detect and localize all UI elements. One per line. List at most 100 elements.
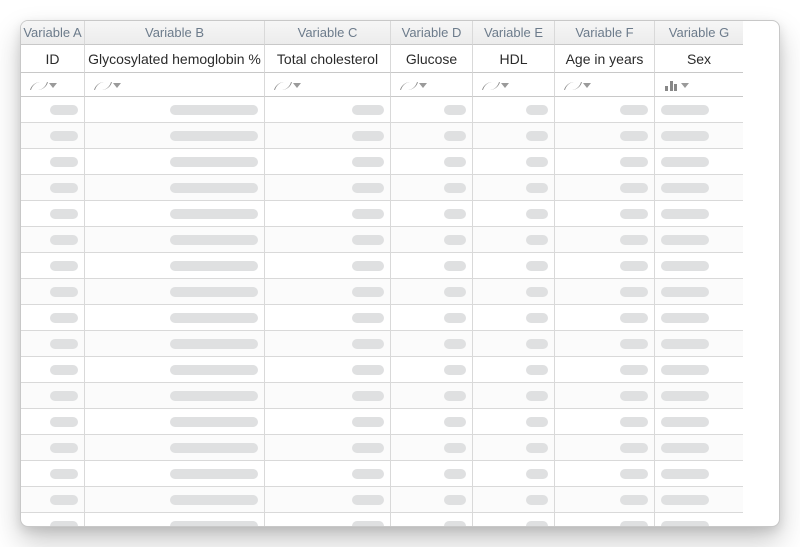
table-cell[interactable] bbox=[473, 201, 555, 227]
table-cell[interactable] bbox=[265, 123, 391, 149]
table-cell[interactable] bbox=[21, 487, 85, 513]
column-name-header[interactable]: Age in years bbox=[555, 45, 655, 73]
table-cell[interactable] bbox=[655, 123, 743, 149]
column-name-header[interactable]: Glucose bbox=[391, 45, 473, 73]
table-cell[interactable] bbox=[85, 201, 265, 227]
table-cell[interactable] bbox=[655, 305, 743, 331]
table-cell[interactable] bbox=[265, 175, 391, 201]
table-cell[interactable] bbox=[473, 487, 555, 513]
table-cell[interactable] bbox=[473, 461, 555, 487]
table-cell[interactable] bbox=[655, 383, 743, 409]
table-cell[interactable] bbox=[85, 149, 265, 175]
table-cell[interactable] bbox=[655, 331, 743, 357]
table-cell[interactable] bbox=[21, 331, 85, 357]
table-cell[interactable] bbox=[391, 279, 473, 305]
table-cell[interactable] bbox=[555, 279, 655, 305]
table-cell[interactable] bbox=[473, 253, 555, 279]
table-cell[interactable] bbox=[391, 227, 473, 253]
numeric-type-icon[interactable] bbox=[273, 77, 303, 93]
table-cell[interactable] bbox=[391, 331, 473, 357]
table-cell[interactable] bbox=[265, 409, 391, 435]
table-cell[interactable] bbox=[21, 383, 85, 409]
table-cell[interactable] bbox=[555, 357, 655, 383]
column-variable-header[interactable]: Variable E bbox=[473, 21, 555, 45]
column-type-selector[interactable] bbox=[21, 73, 85, 97]
column-variable-header[interactable]: Variable D bbox=[391, 21, 473, 45]
table-cell[interactable] bbox=[555, 383, 655, 409]
table-cell[interactable] bbox=[265, 513, 391, 527]
table-cell[interactable] bbox=[655, 253, 743, 279]
table-cell[interactable] bbox=[391, 305, 473, 331]
numeric-type-icon[interactable] bbox=[399, 77, 429, 93]
table-cell[interactable] bbox=[555, 331, 655, 357]
column-variable-header[interactable]: Variable G bbox=[655, 21, 743, 45]
table-cell[interactable] bbox=[555, 201, 655, 227]
table-cell[interactable] bbox=[85, 357, 265, 383]
table-cell[interactable] bbox=[555, 149, 655, 175]
table-cell[interactable] bbox=[21, 461, 85, 487]
table-cell[interactable] bbox=[391, 201, 473, 227]
table-cell[interactable] bbox=[473, 149, 555, 175]
column-name-header[interactable]: Total cholesterol bbox=[265, 45, 391, 73]
table-cell[interactable] bbox=[21, 123, 85, 149]
numeric-type-icon[interactable] bbox=[563, 77, 593, 93]
table-cell[interactable] bbox=[85, 279, 265, 305]
table-cell[interactable] bbox=[85, 97, 265, 123]
column-type-selector[interactable] bbox=[655, 73, 743, 97]
table-cell[interactable] bbox=[21, 97, 85, 123]
table-cell[interactable] bbox=[85, 331, 265, 357]
column-name-header[interactable]: Sex bbox=[655, 45, 743, 73]
table-cell[interactable] bbox=[265, 383, 391, 409]
table-cell[interactable] bbox=[85, 487, 265, 513]
column-type-selector[interactable] bbox=[555, 73, 655, 97]
category-type-icon[interactable] bbox=[663, 77, 691, 93]
table-cell[interactable] bbox=[21, 357, 85, 383]
table-cell[interactable] bbox=[85, 175, 265, 201]
table-cell[interactable] bbox=[655, 487, 743, 513]
table-cell[interactable] bbox=[21, 279, 85, 305]
table-cell[interactable] bbox=[555, 227, 655, 253]
table-cell[interactable] bbox=[655, 513, 743, 527]
table-cell[interactable] bbox=[265, 97, 391, 123]
numeric-type-icon[interactable] bbox=[93, 77, 123, 93]
table-cell[interactable] bbox=[473, 123, 555, 149]
table-cell[interactable] bbox=[655, 149, 743, 175]
table-cell[interactable] bbox=[555, 409, 655, 435]
table-cell[interactable] bbox=[655, 409, 743, 435]
table-cell[interactable] bbox=[265, 331, 391, 357]
column-name-header[interactable]: Glycosylated hemoglobin % bbox=[85, 45, 265, 73]
table-cell[interactable] bbox=[473, 435, 555, 461]
column-type-selector[interactable] bbox=[85, 73, 265, 97]
column-variable-header[interactable]: Variable C bbox=[265, 21, 391, 45]
table-cell[interactable] bbox=[21, 253, 85, 279]
table-cell[interactable] bbox=[85, 227, 265, 253]
table-cell[interactable] bbox=[85, 305, 265, 331]
table-cell[interactable] bbox=[555, 513, 655, 527]
table-cell[interactable] bbox=[265, 461, 391, 487]
table-cell[interactable] bbox=[555, 123, 655, 149]
table-cell[interactable] bbox=[265, 305, 391, 331]
table-cell[interactable] bbox=[473, 305, 555, 331]
numeric-type-icon[interactable] bbox=[481, 77, 511, 93]
column-variable-header[interactable]: Variable B bbox=[85, 21, 265, 45]
table-cell[interactable] bbox=[655, 227, 743, 253]
table-cell[interactable] bbox=[265, 253, 391, 279]
table-cell[interactable] bbox=[655, 175, 743, 201]
table-cell[interactable] bbox=[85, 123, 265, 149]
table-cell[interactable] bbox=[555, 253, 655, 279]
table-cell[interactable] bbox=[265, 357, 391, 383]
column-type-selector[interactable] bbox=[473, 73, 555, 97]
column-name-header[interactable]: ID bbox=[21, 45, 85, 73]
table-cell[interactable] bbox=[655, 279, 743, 305]
table-cell[interactable] bbox=[21, 201, 85, 227]
column-name-header[interactable]: HDL bbox=[473, 45, 555, 73]
table-cell[interactable] bbox=[21, 305, 85, 331]
table-cell[interactable] bbox=[391, 123, 473, 149]
table-cell[interactable] bbox=[391, 513, 473, 527]
table-cell[interactable] bbox=[265, 487, 391, 513]
table-cell[interactable] bbox=[85, 513, 265, 527]
table-cell[interactable] bbox=[555, 305, 655, 331]
table-cell[interactable] bbox=[391, 175, 473, 201]
table-cell[interactable] bbox=[555, 435, 655, 461]
table-cell[interactable] bbox=[265, 279, 391, 305]
